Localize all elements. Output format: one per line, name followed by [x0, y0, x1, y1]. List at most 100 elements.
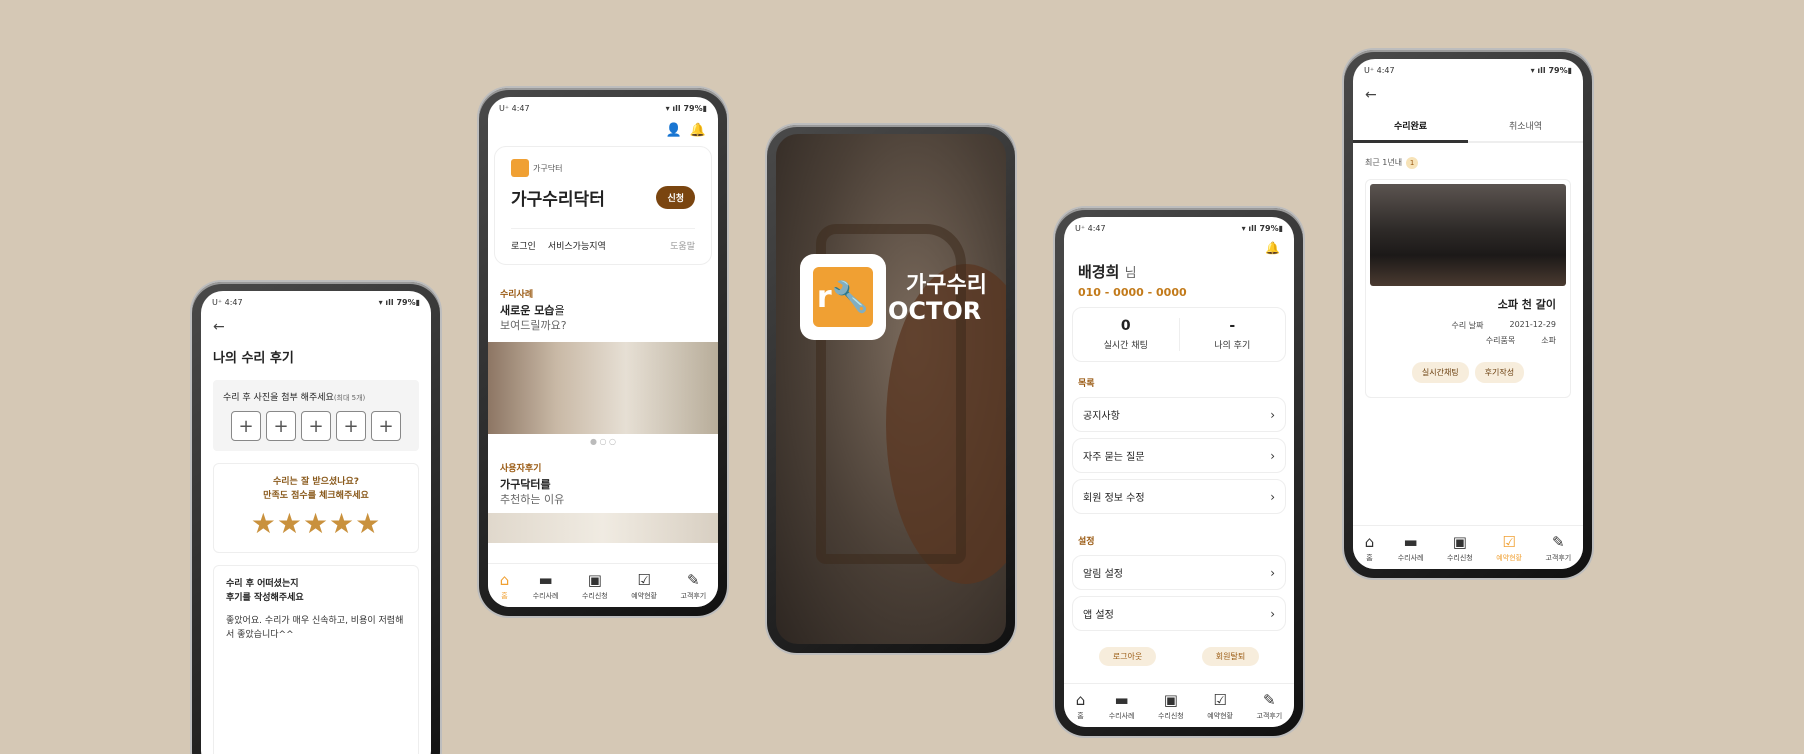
home-icon: ⌂ — [499, 570, 510, 589]
chevron-right-icon: › — [1270, 606, 1275, 621]
carrier: U⁺ — [212, 297, 223, 307]
withdraw-button[interactable]: 회원탈퇴 — [1201, 647, 1260, 666]
home-screen: U⁺ 4:47 ▾ ıll 79%▮ 👤 🔔 가구닥터 가구수리닥터 신청 로그… — [488, 97, 718, 607]
toolbox-icon: ▣ — [1163, 690, 1178, 709]
phone-home: U⁺ 4:47 ▾ ıll 79%▮ 👤 🔔 가구닥터 가구수리닥터 신청 로그… — [479, 88, 727, 616]
live-chat-button[interactable]: 실시간채팅 — [1411, 362, 1469, 383]
tab-home[interactable]: ⌂ 홈 — [500, 571, 510, 601]
menu-notice[interactable]: 공지사항 › — [1072, 397, 1286, 432]
battery: 79% — [396, 297, 416, 307]
home-icon: ⌂ — [1364, 532, 1375, 551]
order-date-row: 수리 날짜 2021-12-29 — [1451, 320, 1556, 330]
phone-review: U⁺ 4:47 ▾ ıll 79%▮ ← 나의 수리 후기 수리 후 사진을 첨… — [192, 282, 440, 754]
tab-request[interactable]: ▣ 수리신청 — [582, 571, 608, 601]
wrench-icon: r🔧 — [813, 267, 873, 327]
tab-cases[interactable]: ▬ 수리사례 — [1109, 691, 1135, 721]
status-bar: U⁺ 4:47 ▾ ıll 79%▮ — [1075, 223, 1283, 233]
add-photo-button[interactable]: + — [266, 411, 296, 441]
user-phone: 010 - 0000 - 0000 — [1078, 286, 1187, 299]
menu-app-settings[interactable]: 앱 설정 › — [1072, 596, 1286, 631]
bell-icon[interactable]: 🔔 — [690, 123, 706, 138]
tab-bar: ⌂ 홈 ▬ 수리사례 ▣ 수리신청 ☑ 예약현황 ✎ 고객후기 — [488, 563, 718, 607]
chevron-right-icon: › — [1270, 489, 1275, 504]
stats-card: 0 실시간 채팅 - 나의 후기 — [1072, 307, 1286, 362]
review-image[interactable] — [488, 513, 718, 544]
count-badge: 1 — [1406, 157, 1419, 169]
bell-icon[interactable]: 🔔 — [1265, 241, 1280, 255]
menu-alarm-settings[interactable]: 알림 설정 › — [1072, 555, 1286, 590]
add-photo-button[interactable]: + — [336, 411, 366, 441]
clipboard-icon: ☑ — [1502, 532, 1516, 551]
add-photo-button[interactable]: + — [231, 411, 261, 441]
tab-home[interactable]: ⌂ 홈 — [1076, 691, 1086, 721]
review-screen: U⁺ 4:47 ▾ ıll 79%▮ ← 나의 수리 후기 수리 후 사진을 첨… — [201, 291, 431, 754]
star-rating[interactable]: ★★★★★ — [226, 507, 406, 540]
list-group-label: 목록 — [1078, 379, 1095, 389]
chevron-right-icon: › — [1270, 565, 1275, 580]
tab-booking[interactable]: ☑ 예약현황 — [1207, 691, 1233, 721]
tab-cases[interactable]: ▬ 수리사례 — [1398, 533, 1424, 563]
section-label: 사용자후기 — [500, 463, 542, 474]
pencil-icon: ✎ — [687, 570, 700, 589]
apply-button[interactable]: 신청 — [656, 186, 695, 209]
order-title: 소파 천 갈이 — [1497, 298, 1556, 311]
service-area-link[interactable]: 서비스가능지역 — [548, 239, 606, 252]
toolbox-icon: ▣ — [587, 570, 602, 589]
status-time: 4:47 — [224, 297, 243, 307]
phone-history: U⁺ 4:47 ▾ ıll 79%▮ ← 수리완료 취소내역 최근 1년내 1 소… — [1344, 50, 1592, 578]
tab-completed[interactable]: 수리완료 — [1353, 113, 1468, 143]
tab-booking[interactable]: ☑ 예약현황 — [631, 571, 657, 601]
phone-mypage: U⁺ 4:47 ▾ ıll 79%▮ 🔔 배경희 님 010 - 0000 - … — [1055, 208, 1303, 736]
brand-name: 가구수리닥터 — [511, 190, 605, 210]
review-prompt: 수리 후 어떠셨는지 후기를 작성해주세요 — [226, 579, 304, 603]
brand-card: 가구닥터 가구수리닥터 신청 로그인 서비스가능지역 도움말 — [494, 146, 712, 265]
tab-request[interactable]: ▣ 수리신청 — [1158, 691, 1184, 721]
photo-label: 수리 후 사진을 첨부 해주세요(최대 5개) — [223, 393, 366, 403]
mypage-screen: U⁺ 4:47 ▾ ıll 79%▮ 🔔 배경희 님 010 - 0000 - … — [1064, 217, 1294, 727]
logo-icon — [511, 159, 529, 177]
login-link[interactable]: 로그인 — [511, 239, 536, 252]
tab-cancelled[interactable]: 취소내역 — [1468, 113, 1583, 141]
tab-cases[interactable]: ▬ 수리사례 — [533, 571, 559, 601]
help-link[interactable]: 도움말 — [670, 239, 695, 252]
clipboard-icon: ☑ — [637, 570, 651, 589]
review-textarea[interactable]: 좋았어요. 수리가 매우 신속하고, 비용이 저렴해서 좋았습니다^^ — [226, 615, 406, 642]
splash-screen: r🔧 가구수리 OCTOR — [776, 134, 1006, 644]
app-logo: r🔧 — [800, 254, 886, 340]
history-screen: U⁺ 4:47 ▾ ıll 79%▮ ← 수리완료 취소내역 최근 1년내 1 소… — [1353, 59, 1583, 569]
menu-edit-profile[interactable]: 회원 정보 수정 › — [1072, 479, 1286, 514]
tab-bar: ⌂ 홈 ▬ 수리사례 ▣ 수리신청 ☑ 예약현황 ✎ 고객후기 — [1353, 525, 1583, 569]
section-title: 새로운 모습을 보여드릴까요? — [500, 304, 567, 332]
sofa-image — [1370, 184, 1566, 286]
repair-case-image[interactable] — [488, 341, 718, 434]
photo-attach-card: 수리 후 사진을 첨부 해주세요(최대 5개) + + + + + — [213, 380, 419, 451]
tab-reviews[interactable]: ✎ 고객후기 — [680, 571, 706, 601]
logout-button[interactable]: 로그아웃 — [1098, 647, 1157, 666]
tab-reviews[interactable]: ✎ 고객후기 — [1545, 533, 1571, 563]
recent-label: 최근 1년내 1 — [1353, 143, 1583, 175]
add-photo-button[interactable]: + — [371, 411, 401, 441]
back-arrow-icon[interactable]: ← — [201, 313, 431, 341]
review-text-card[interactable]: 수리 후 어떠셨는지 후기를 작성해주세요 좋았어요. 수리가 매우 신속하고, … — [213, 565, 419, 754]
write-review-button[interactable]: 후기작성 — [1474, 362, 1525, 383]
user-name: 배경희 님 — [1078, 263, 1137, 281]
page-title: 나의 수리 후기 — [213, 351, 294, 366]
clipboard-icon: ☑ — [1213, 690, 1227, 709]
menu-faq[interactable]: 자주 묻는 질문 › — [1072, 438, 1286, 473]
toolbox-icon: ▣ — [1452, 532, 1467, 551]
tab-reviews[interactable]: ✎ 고객후기 — [1256, 691, 1282, 721]
add-photo-button[interactable]: + — [301, 411, 331, 441]
tab-request[interactable]: ▣ 수리신청 — [1447, 533, 1473, 563]
section-label: 수리사례 — [500, 290, 534, 300]
back-arrow-icon[interactable]: ← — [1353, 81, 1583, 109]
review-stat[interactable]: - 나의 후기 — [1178, 318, 1286, 351]
tab-booking[interactable]: ☑ 예약현황 — [1496, 533, 1522, 563]
rating-card: 수리는 잘 받으셨나요? 만족도 점수를 체크해주세요 ★★★★★ — [213, 463, 419, 553]
user-icon[interactable]: 👤 — [666, 123, 682, 138]
status-bar: U⁺ 4:47 ▾ ıll 79%▮ — [212, 297, 420, 307]
chat-stat[interactable]: 0 실시간 채팅 — [1073, 318, 1179, 351]
phone-splash: r🔧 가구수리 OCTOR — [767, 125, 1015, 653]
order-card[interactable]: 소파 천 갈이 수리 날짜 2021-12-29 수리품목 소파 실시간채팅 후기작… — [1365, 179, 1571, 398]
carousel-dots[interactable]: ● ○ ○ — [488, 434, 718, 449]
tab-home[interactable]: ⌂ 홈 — [1365, 533, 1375, 563]
